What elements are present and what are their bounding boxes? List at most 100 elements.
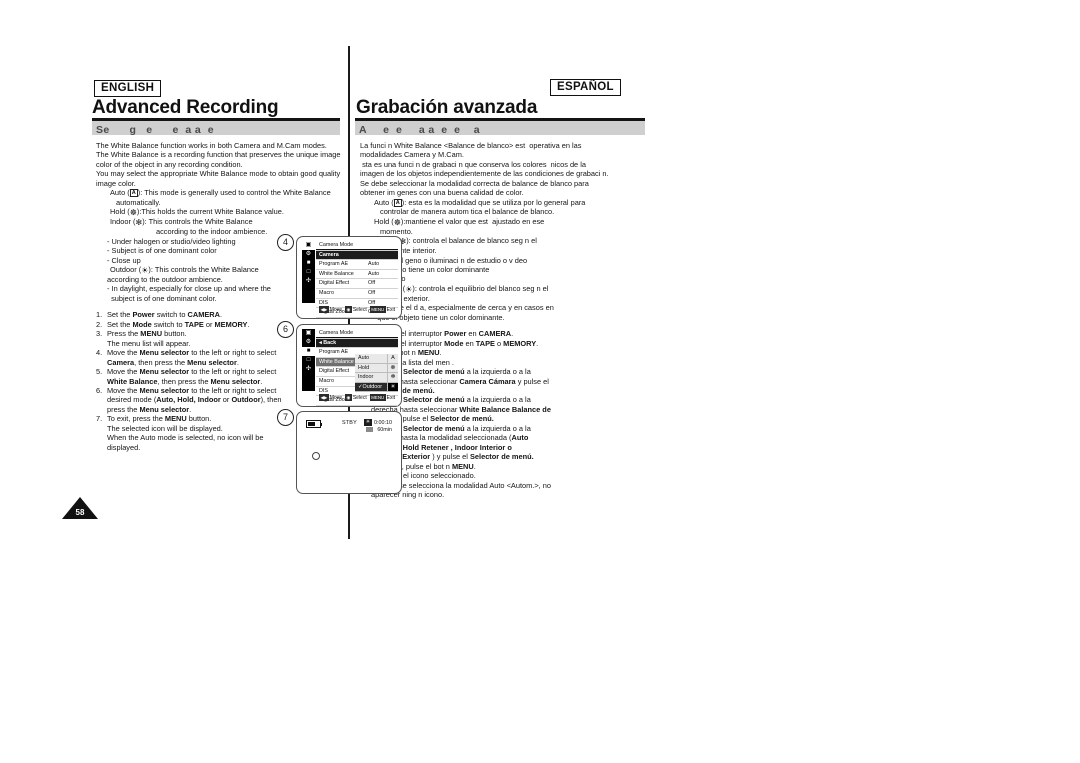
- es-intro-line: modalidades Camera y M.Cam.: [360, 150, 464, 160]
- es-mode-indoor: Indoor (✻): controla el balance de blanc…: [374, 236, 537, 247]
- indoor-wb-icon: ✻: [135, 218, 143, 228]
- menu-hint-label: Exit: [386, 306, 396, 313]
- es-step-7: 7.Para salir, pulse el bot n MENU.: [360, 462, 652, 471]
- step-text: Autom. , Hold Retener , Indoor Interior …: [371, 442, 512, 452]
- step-text: Cuando se selecciona la modalidad Auto <…: [371, 480, 551, 490]
- auto-wb-icon: A: [393, 198, 402, 207]
- lcd-illustration-camera-menu: ▣ ⚙ ■ □ ✣ Camera Mode Camera Program AE Aut…: [296, 236, 402, 319]
- language-badge-spanish: ESPAÑOL: [550, 79, 621, 96]
- en-intro-line: color of the object in any recording con…: [96, 159, 243, 169]
- wb-option-label: ✓Outdoor: [358, 383, 382, 390]
- menu-hint-label: Move: [329, 306, 342, 313]
- es-indoor-bullet: - El objeto tiene un color dominante: [371, 264, 490, 274]
- section-header-spanish: A e e a a e e a: [355, 121, 645, 136]
- menu-hint-chip: ◀▶: [318, 306, 329, 313]
- menu-hint-chip: ◉: [344, 306, 352, 313]
- chapter-title-spanish: Grabación avanzada: [356, 97, 538, 118]
- menu-row-back[interactable]: ◂ Back: [316, 338, 398, 349]
- menu-row-label: White Balance: [319, 270, 354, 277]
- indoor-icon: ✻: [387, 373, 398, 382]
- rail-icon-settings-2: ✣: [305, 366, 312, 372]
- step-text: derecha hasta seleccionar Camera Cámara …: [371, 376, 549, 386]
- en-intro-line: You may select the appropriate White Bal…: [96, 169, 341, 179]
- step-marker: 7.: [96, 414, 103, 424]
- menu-row[interactable]: Macro Off: [316, 289, 398, 299]
- es-step-4: Selector de menú.: [360, 386, 652, 395]
- es-step-6: Autom. , Hold Retener , Indoor Interior …: [360, 443, 652, 452]
- step-text: Selector de menú.: [371, 385, 435, 395]
- step-text: blanco y pulse el Selector de menú.: [371, 414, 494, 424]
- wb-option-label: Indoor: [358, 374, 374, 381]
- menu-hint: MENU Exit: [369, 306, 396, 313]
- es-intro-line: La funci n White Balance <Balance de bla…: [360, 141, 582, 150]
- menu-hint-bar-2: ◀▶ Move ◉ Select MENU Exit: [316, 393, 398, 402]
- es-indoor-bullet: - Con hal geno o iluminaci n de estudio …: [371, 255, 528, 265]
- menu-row-selected[interactable]: Camera: [316, 250, 398, 261]
- page-number-badge: 58: [62, 497, 98, 519]
- menu-hint: ◀▶ Move: [318, 306, 342, 313]
- rail-icon-camera: ▣: [302, 241, 315, 250]
- wb-option-hold[interactable]: Hold ☸: [355, 363, 398, 374]
- step-text: aparecer ning n icono.: [371, 489, 445, 499]
- wb-option-auto[interactable]: Auto A: [355, 354, 398, 364]
- menu-hint: ◉ Select: [344, 306, 367, 313]
- es-intro-line: obtener im genes con una buena calidad d…: [360, 188, 524, 198]
- rail-icon-program-ae: ⚙: [305, 251, 312, 257]
- step-text: Outdoor Exterior ) y pulse el Selector d…: [371, 452, 534, 462]
- outdoor-icon: ☀: [387, 382, 398, 392]
- wb-option-indoor[interactable]: Indoor ✻: [355, 373, 398, 383]
- menu-hint-chip: ◀▶: [318, 394, 329, 401]
- menu-hint-bar: ◀▶ Move ◉ Select MENU Exit: [316, 305, 398, 314]
- step-marker: [96, 377, 107, 386]
- es-mode-indoor-2: ambiente interior.: [380, 246, 437, 256]
- es-intro-line: Se debe seleccionar la modalidad correct…: [360, 178, 589, 188]
- es-step-4: 4.Mueva el Selector de menú a la izquier…: [360, 367, 652, 376]
- menu-icon-rail: ▣ ⚙ ■ □ ✣: [302, 241, 315, 303]
- es-mode-hold-2: momento.: [380, 226, 413, 236]
- menu-row[interactable]: White Balance Auto: [316, 270, 398, 280]
- es-step-7: aparecer ning n icono.: [360, 490, 652, 499]
- chapter-title-english: Advanced Recording: [92, 97, 279, 118]
- lcd-illustration-white-balance-menu: ▣ ⚙ ■ □ ✣ Camera Mode ◂ Back Program AE Whi…: [296, 324, 402, 407]
- menu-row[interactable]: Digital Effect Off: [316, 279, 398, 289]
- step-marker: 1.: [96, 310, 103, 320]
- section-header-english: Se g e e a a e: [92, 121, 340, 136]
- es-step-3: Aparece la lista del men .: [360, 358, 652, 367]
- step-text: Aparecer el icono seleccionado.: [371, 471, 476, 481]
- es-step-6: 6.Mueva el Selector de menú a la izquier…: [360, 424, 652, 433]
- menu-row-label: ◂ Back: [319, 339, 337, 346]
- menu-row-value: Off: [368, 289, 376, 296]
- es-step-6: derecha hasta la modalidad seleccionada …: [360, 433, 652, 442]
- menu-title-row-2: Camera Mode: [316, 329, 398, 339]
- step-text: derecha hasta la modalidad seleccionada …: [371, 433, 529, 443]
- step-marker: [96, 395, 107, 404]
- white-balance-options-popup: Auto A Hold ☸ Indoor ✻ ✓Outdoor ☀: [355, 354, 398, 393]
- menu-hint-label: Exit: [386, 394, 396, 401]
- step-text: Para salir, pulse el bot n MENU.: [371, 461, 476, 471]
- step-marker: 3.: [96, 329, 103, 339]
- es-mode-auto: Auto (A): esta es la modalidad que se ut…: [374, 197, 586, 207]
- rail-icon-memory: ■: [306, 260, 311, 266]
- menu-icon-rail-2: ▣ ⚙ ■ □ ✣: [302, 329, 315, 391]
- es-outdoor-bullet: - Durante el d a, especialmente de cerca…: [371, 303, 554, 313]
- page-number: 58: [75, 508, 85, 517]
- step-text: Aparece la lista del men .: [371, 357, 454, 367]
- wb-option-outdoor[interactable]: ✓Outdoor ☀: [355, 382, 398, 393]
- es-mode-outdoor-2: ambiente exterior.: [371, 293, 430, 303]
- step-marker: [96, 443, 107, 452]
- en-intro-line: The White Balance is a recording functio…: [96, 150, 341, 160]
- es-step-7: Aparecer el icono seleccionado.: [360, 471, 652, 480]
- step-marker: [96, 405, 107, 414]
- outdoor-icon: ☀: [364, 419, 372, 426]
- menu-hint: ◀▶ Move: [318, 394, 342, 401]
- en-mode-auto-2: automatically.: [116, 197, 161, 207]
- manual-page: ENGLISH ESPAÑOL Advanced Recording Graba…: [0, 0, 1080, 763]
- menu-row[interactable]: Program AE Auto: [316, 260, 398, 270]
- recording-status: STBY: [342, 420, 357, 426]
- rail-icon-program-ae-2: ⚙: [305, 339, 312, 345]
- en-intro-line: The White Balance function works in both…: [96, 141, 327, 150]
- menu-hint: MENU Exit: [369, 394, 396, 401]
- menu-hint: ◉ Select: [344, 394, 367, 401]
- auto-wb-icon: A: [129, 189, 138, 198]
